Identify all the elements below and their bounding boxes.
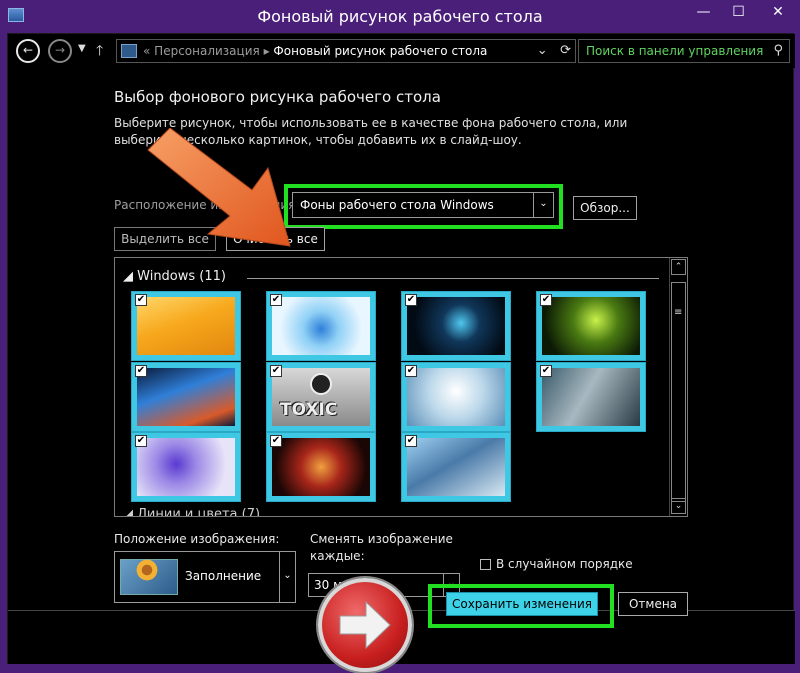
tile-checkbox[interactable]: ✔ [405, 294, 417, 306]
orange-arrow-annotation [147, 128, 291, 247]
title-bar: Фоновый рисунок рабочего стола — ☐ ✕ [0, 0, 800, 32]
wallpaper-tile[interactable]: TOXIC ✔ [266, 362, 376, 432]
shuffle-checkbox[interactable] [480, 559, 491, 570]
wallpaper-thumbnail [272, 297, 370, 355]
wallpaper-tile[interactable]: ✔ [536, 291, 646, 361]
window: Фоновый рисунок рабочего стола — ☐ ✕ ← →… [0, 0, 800, 673]
search-box[interactable]: Поиск в панели управления ⚲ [578, 39, 790, 63]
gallery-scrollbar[interactable]: ⌃ ≡ ⌄ [669, 258, 687, 516]
flower-icon [135, 558, 159, 582]
back-button[interactable]: ← [16, 39, 40, 63]
collapse-icon: ◢ [123, 507, 133, 517]
position-value: Заполнение [185, 569, 262, 583]
chevron-down-icon: ▼ [78, 43, 86, 54]
wallpaper-thumbnail [137, 368, 235, 426]
wallpaper-thumbnail [407, 297, 505, 355]
tile-checkbox[interactable]: ✔ [405, 435, 417, 447]
window-frame: ← → ▼ 🡑 « Персонализация ▸ Фоновый рисун… [7, 33, 795, 664]
wallpaper-tile[interactable]: ✔ [131, 432, 241, 502]
wallpaper-tile[interactable]: ✔ [536, 362, 646, 432]
wallpaper-thumbnail [137, 438, 235, 496]
up-button[interactable]: 🡑 [96, 40, 103, 64]
tile-checkbox[interactable]: ✔ [135, 365, 147, 377]
wallpaper-thumbnail [137, 297, 235, 355]
tile-checkbox[interactable]: ✔ [270, 365, 282, 377]
group-header-lines[interactable]: ◢ Линии и цвета (7) [123, 507, 261, 517]
window-controls: — ☐ ✕ [686, 0, 800, 26]
wallpaper-thumbnail [407, 368, 505, 426]
recent-pages-button[interactable]: ▼ [78, 43, 86, 54]
tile-checkbox[interactable]: ✔ [540, 294, 552, 306]
page-heading: Выбор фонового рисунка рабочего стола [114, 88, 441, 106]
cancel-button[interactable]: Отмена [618, 592, 688, 616]
interval-label-line2: каждые: [310, 549, 365, 563]
group-header-windows[interactable]: ◢ Windows (11) [123, 269, 226, 284]
location-select[interactable]: Фоны рабочего стола Windows ⌄ [292, 192, 554, 218]
wallpaper-gallery: ◢ Windows (11) ✔ ✔ ✔ ✔ ✔ TOXIC ✔ ✔ ✔ ✔ ✔… [114, 257, 688, 517]
scroll-down-button[interactable]: ⌄ [671, 498, 686, 514]
address-bar[interactable]: « Персонализация ▸ Фоновый рисунок рабоч… [116, 39, 576, 63]
group-label-windows: Windows (11) [137, 269, 226, 284]
back-arrow-icon: ← [22, 43, 34, 57]
navigation-bar: ← → ▼ 🡑 « Персонализация ▸ Фоновый рисун… [8, 34, 795, 68]
breadcrumb-personalization[interactable]: Персонализация [154, 44, 260, 58]
collapse-icon: ◢ [123, 269, 133, 284]
maximize-button[interactable]: ☐ [721, 0, 756, 26]
address-dropdown-button[interactable]: ⌄ [537, 43, 548, 58]
wallpaper-tile[interactable]: ✔ [401, 291, 511, 361]
wallpaper-tile[interactable]: ✔ [131, 362, 241, 432]
tile-checkbox[interactable]: ✔ [540, 365, 552, 377]
control-panel-icon [121, 44, 137, 58]
chevron-down-icon[interactable]: ⌄ [279, 552, 295, 602]
search-placeholder: Поиск в панели управления [586, 44, 764, 58]
interval-label-line1: Сменять изображение [310, 532, 453, 546]
tile-checkbox[interactable]: ✔ [135, 294, 147, 306]
forward-button[interactable]: → [48, 39, 72, 63]
shuffle-label[interactable]: В случайном порядке [496, 557, 633, 571]
address-overflow[interactable]: « [143, 44, 150, 58]
save-button[interactable]: Сохранить изменения [446, 592, 598, 616]
scroll-up-button[interactable]: ⌃ [671, 259, 686, 275]
tile-checkbox[interactable]: ✔ [135, 435, 147, 447]
wallpaper-tile[interactable]: ✔ [131, 291, 241, 361]
wallpaper-tile[interactable]: ✔ [401, 432, 511, 502]
wallpaper-tile[interactable]: ✔ [266, 432, 376, 502]
grip-icon: ≡ [674, 307, 683, 318]
close-button[interactable]: ✕ [756, 0, 800, 26]
group-label-lines: Линии и цвета (7) [137, 507, 261, 517]
position-select[interactable]: Заполнение ⌄ [114, 551, 296, 603]
wallpaper-thumbnail [272, 438, 370, 496]
chevron-down-icon[interactable]: ⌄ [533, 193, 553, 217]
search-icon[interactable]: ⚲ [773, 43, 783, 58]
right-arrow-icon [339, 600, 391, 650]
refresh-icon[interactable]: ⟳ [560, 43, 571, 58]
up-arrow-icon: 🡑 [96, 43, 104, 59]
wallpaper-tile[interactable]: ✔ [401, 362, 511, 432]
tile-checkbox[interactable]: ✔ [270, 294, 282, 306]
tile-checkbox[interactable]: ✔ [405, 365, 417, 377]
wallpaper-tile[interactable]: ✔ [266, 291, 376, 361]
breadcrumb-desktop-background[interactable]: Фоновый рисунок рабочего стола [273, 44, 487, 58]
forward-arrow-icon: → [54, 43, 66, 57]
wallpaper-thumbnail: TOXIC [272, 368, 370, 426]
window-title: Фоновый рисунок рабочего стола [257, 7, 543, 26]
tile-checkbox[interactable]: ✔ [270, 435, 282, 447]
minimize-button[interactable]: — [686, 0, 721, 26]
browse-button[interactable]: Обзор... [573, 196, 637, 220]
main-content: Выбор фонового рисунка рабочего стола Вы… [8, 68, 795, 608]
wallpaper-thumbnail [407, 438, 505, 496]
wallpaper-thumbnail [542, 368, 640, 426]
wallpaper-thumbnail [542, 297, 640, 355]
breadcrumb-separator[interactable]: ▸ [264, 44, 270, 58]
group-divider [247, 278, 659, 279]
red-circle-annotation [318, 578, 412, 672]
location-value: Фоны рабочего стола Windows [300, 198, 494, 212]
position-label: Положение изображения: [114, 532, 280, 546]
